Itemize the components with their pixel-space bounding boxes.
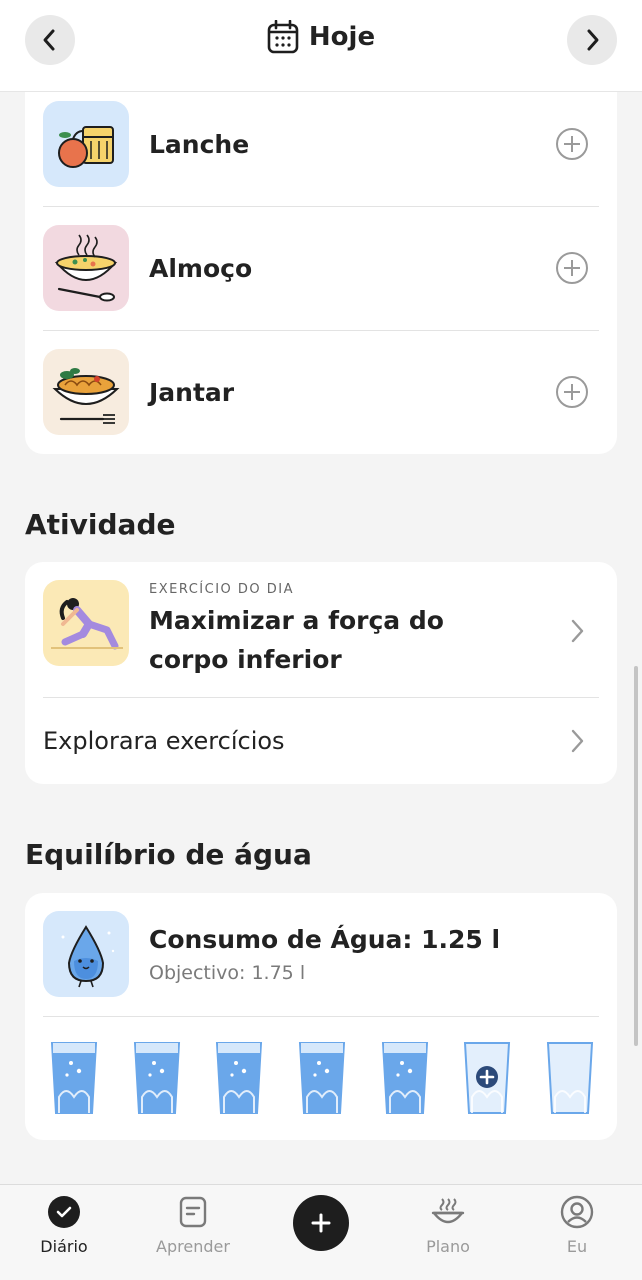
meal-name: Lanche: [149, 129, 250, 159]
water-glass-filled[interactable]: [380, 1041, 430, 1115]
water-glasses: [49, 1041, 595, 1115]
water-glass-filled[interactable]: [214, 1041, 264, 1115]
top-bar: Hoje: [0, 0, 642, 92]
tab-label: Plano: [426, 1237, 470, 1256]
page-title: Hoje: [308, 22, 376, 52]
document-icon: [179, 1196, 207, 1228]
diary-content[interactable]: Lanche Almoço Jantar Atividade EXERCÍCIO…: [0, 92, 642, 1184]
water-glass-filled[interactable]: [132, 1041, 182, 1115]
meal-row-almoco[interactable]: Almoço: [43, 206, 599, 330]
water-summary: Consumo de Água: 1.25 l Objectivo: 1.75 …: [43, 911, 599, 997]
next-day-button[interactable]: [567, 15, 617, 65]
tab-aprender[interactable]: Aprender: [138, 1195, 248, 1256]
chevron-right-icon: [571, 619, 584, 643]
tab-label: Aprender: [156, 1237, 230, 1256]
tab-eu[interactable]: Eu: [522, 1195, 632, 1256]
pasta-illustration: [43, 349, 129, 435]
plus-icon: [311, 1213, 331, 1233]
meal-row-lanche[interactable]: Lanche: [43, 92, 599, 206]
explore-exercises-label: Explorara exercícios: [43, 727, 285, 755]
tab-diario[interactable]: Diário: [9, 1195, 119, 1256]
calendar-icon: [267, 20, 299, 54]
meal-row-jantar[interactable]: Jantar: [43, 330, 599, 454]
water-drop-illustration: [43, 911, 129, 997]
add-meal-icon[interactable]: [555, 375, 589, 409]
water-glass-empty[interactable]: [545, 1041, 595, 1115]
water-card: Consumo de Água: 1.25 l Objectivo: 1.75 …: [25, 893, 617, 1140]
activity-card: EXERCÍCIO DO DIA Maximizar a força do co…: [25, 562, 617, 784]
user-circle-icon: [560, 1195, 594, 1229]
divider: [43, 1016, 599, 1017]
water-section-title: Equilíbrio de água: [25, 838, 312, 871]
soup-illustration: [43, 225, 129, 311]
date-title[interactable]: Hoje: [0, 20, 642, 54]
water-glass-filled[interactable]: [49, 1041, 99, 1115]
tab-label: Eu: [566, 1237, 588, 1256]
meals-card: Lanche Almoço Jantar: [25, 92, 617, 454]
water-glass-filled[interactable]: [297, 1041, 347, 1115]
chevron-right-icon: [571, 729, 584, 753]
explore-exercises-row[interactable]: Explorara exercícios: [43, 698, 599, 784]
chevron-right-icon: [587, 29, 599, 51]
yoga-illustration: [43, 580, 129, 666]
add-button[interactable]: [293, 1195, 349, 1251]
water-goal: Objectivo: 1.75 l: [149, 962, 306, 984]
meal-name: Almoço: [149, 253, 253, 283]
tab-label: Diário: [40, 1237, 88, 1256]
add-water-glass[interactable]: [462, 1041, 512, 1115]
tab-plano[interactable]: Plano: [393, 1195, 503, 1256]
add-meal-icon[interactable]: [555, 251, 589, 285]
check-circle-icon: [48, 1196, 80, 1228]
meal-name: Jantar: [149, 377, 235, 407]
water-consumption: Consumo de Água: 1.25 l: [149, 925, 501, 954]
activity-section-title: Atividade: [25, 508, 176, 541]
bowl-icon: [431, 1198, 465, 1224]
exercise-kicker: EXERCÍCIO DO DIA: [149, 582, 295, 597]
exercise-title: Maximizar a força do corpo inferior: [149, 606, 444, 674]
snack-illustration: [43, 101, 129, 187]
bottom-tab-bar: Diário Aprender Plano Eu: [0, 1184, 642, 1280]
add-meal-icon[interactable]: [555, 127, 589, 161]
exercise-of-the-day[interactable]: EXERCÍCIO DO DIA Maximizar a força do co…: [43, 580, 599, 679]
scrollbar[interactable]: [634, 666, 638, 1046]
